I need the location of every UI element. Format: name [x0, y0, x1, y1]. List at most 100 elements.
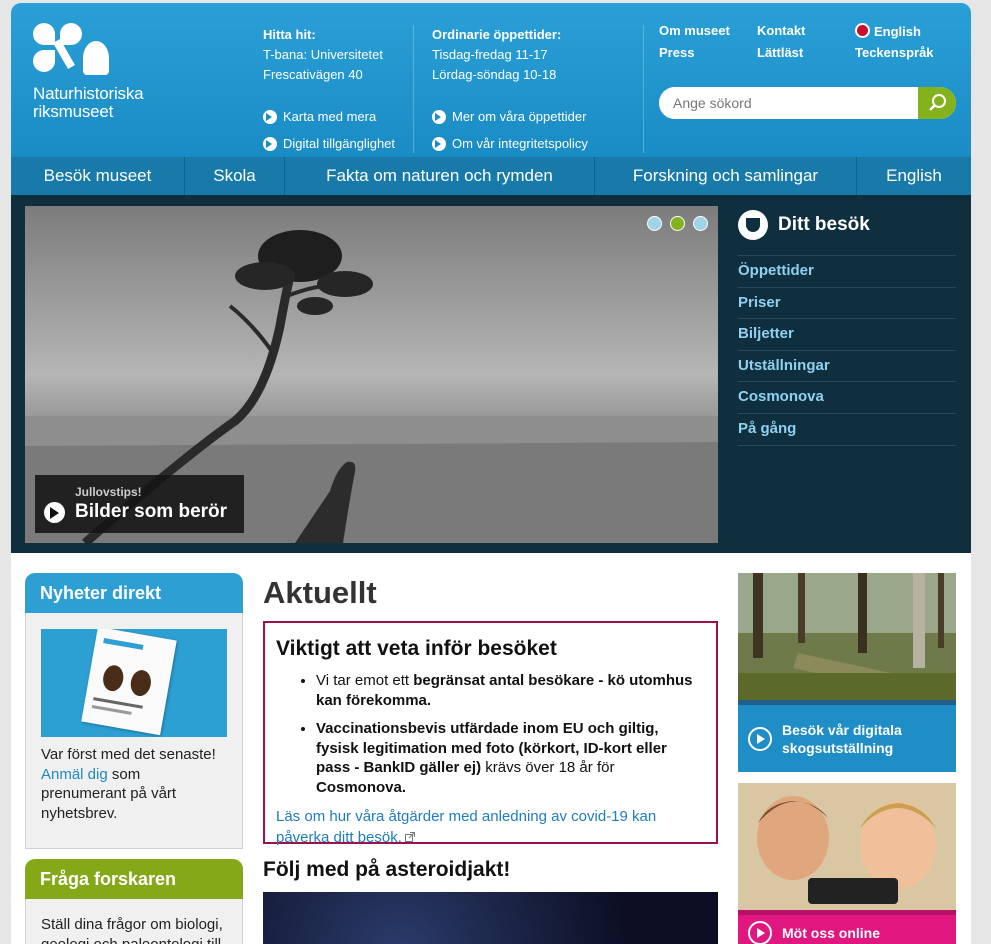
notice-item-2-mid: krävs över 18 år för — [481, 759, 615, 776]
covid-link[interactable]: Läs om hur våra åtgärder med anledning a… — [276, 808, 656, 846]
logo-mark-icon — [33, 23, 113, 79]
search-icon — [929, 94, 946, 111]
hero-kicker: Jullovstips! — [75, 485, 142, 499]
covid-link-label: Läs om hur våra åtgärder med anledning a… — [276, 808, 657, 846]
visit-menu: Ditt besök Öppettider Priser Biljetter U… — [738, 210, 956, 446]
find-us-title: Hitta hit: — [263, 27, 316, 42]
hero-section: Jullovstips! Bilder som berör Ditt besök… — [11, 195, 971, 553]
privacy-link[interactable]: Om vår integritetspolicy — [432, 136, 588, 151]
find-us-line2: Frescativägen 40 — [263, 67, 363, 82]
search-input[interactable] — [659, 87, 917, 119]
nav-facts[interactable]: Fakta om naturen och rymden — [285, 157, 595, 195]
hours-line2: Lördag-söndag 10-18 — [432, 67, 557, 82]
promo-online[interactable]: Möt oss online — [738, 783, 956, 944]
notice-title: Viktigt att veta inför besöket — [276, 637, 557, 660]
newsletter-paper — [81, 629, 177, 736]
forest-image — [738, 573, 956, 700]
news-box: Nyheter direkt Var först med det senaste… — [25, 573, 243, 849]
accessibility-link[interactable]: Digital tillgänglighet — [263, 136, 395, 151]
visit-item: På gång — [738, 414, 956, 446]
contact-link[interactable]: Kontakt — [757, 23, 805, 38]
main-nav: Besök museet Skola Fakta om naturen och … — [11, 157, 971, 195]
page-title: Aktuellt — [263, 575, 377, 610]
header-divider — [413, 25, 414, 153]
asteroid-heading: Följ med på asteroidjakt! — [263, 858, 511, 881]
news-text1: Var först med det senaste! — [41, 746, 216, 763]
search-box — [659, 87, 956, 119]
map-link[interactable]: Karta med mera — [263, 109, 376, 124]
visit-link-tickets[interactable]: Biljetter — [738, 325, 794, 342]
find-us-line1: T-bana: Universitetet — [263, 47, 383, 62]
main-content: Nyheter direkt Var först med det senaste… — [11, 553, 971, 944]
arrow-right-icon — [432, 136, 446, 151]
visit-link-prices[interactable]: Priser — [738, 294, 781, 311]
accessibility-link-label: Digital tillgänglighet — [283, 136, 396, 151]
arrow-right-icon — [263, 136, 277, 151]
visit-item: Utställningar — [738, 351, 956, 383]
hours-block: Ordinarie öppettider: Tisdag-fredag 11-1… — [432, 25, 561, 85]
arrow-right-icon — [263, 109, 277, 124]
find-us-block: Hitta hit: T-bana: Universitetet Frescat… — [263, 25, 383, 85]
asteroid-image[interactable] — [263, 892, 718, 944]
promo-forest-label: Besök vår digitala skogsutställning — [782, 721, 902, 756]
logo-text-line2: riksmuseet — [33, 102, 114, 121]
ask-box-title: Fråga forskaren — [25, 859, 243, 899]
carousel-dots — [647, 216, 708, 231]
visit-link-exhibitions[interactable]: Utställningar — [738, 357, 830, 374]
nav-visit[interactable]: Besök museet — [11, 157, 185, 195]
hours-line1: Tisdag-fredag 11-17 — [432, 47, 548, 62]
nav-research[interactable]: Forskning och samlingar — [595, 157, 857, 195]
carousel-dot[interactable] — [693, 216, 708, 231]
site-header: Naturhistoriska riksmuseet Hitta hit: T-… — [11, 3, 971, 157]
visit-item: Priser — [738, 288, 956, 320]
english-link[interactable]: English — [855, 23, 921, 39]
visit-link-events[interactable]: På gång — [738, 420, 796, 437]
english-link-label: English — [874, 24, 921, 39]
hero-title: Bilder som berör — [75, 501, 228, 522]
visit-item: Cosmonova — [738, 382, 956, 414]
press-link[interactable]: Press — [659, 45, 694, 60]
sign-language-link[interactable]: Teckenspråk — [855, 45, 934, 60]
promo-online-bar: Möt oss online — [738, 910, 956, 944]
external-link-icon — [404, 832, 415, 842]
hours-title: Ordinarie öppettider: — [432, 27, 562, 42]
visit-link-hours[interactable]: Öppettider — [738, 262, 814, 279]
search-button[interactable] — [918, 87, 956, 119]
logo-text-line1: Naturhistoriska — [33, 84, 144, 103]
nav-school[interactable]: Skola — [185, 157, 285, 195]
carousel-dot[interactable] — [670, 216, 685, 231]
nav-english[interactable]: English — [857, 157, 971, 195]
news-box-title: Nyheter direkt — [25, 573, 243, 613]
hours-link[interactable]: Mer om våra öppettider — [432, 109, 586, 124]
arrow-right-icon — [44, 502, 65, 523]
ask-box: Fråga forskaren Ställ dina frågor om bio… — [25, 859, 243, 944]
promo-online-label: Möt oss online — [782, 924, 880, 941]
privacy-link-label: Om vår integritetspolicy — [452, 136, 588, 151]
visit-item: Biljetter — [738, 319, 956, 351]
hero-caption[interactable]: Jullovstips! Bilder som berör — [35, 475, 244, 533]
kids-image — [738, 783, 956, 910]
carousel-dot[interactable] — [647, 216, 662, 231]
hero-carousel[interactable]: Jullovstips! Bilder som berör — [25, 206, 718, 543]
notice-item-2-end: Cosmonova. — [316, 778, 407, 796]
visit-title: Ditt besök — [778, 214, 870, 235]
arrow-right-icon — [432, 109, 446, 124]
arrow-right-icon — [748, 726, 772, 751]
promo-forest[interactable]: Besök vår digitala skogsutställning — [738, 573, 956, 772]
notice-item-1: Vi tar emot ett begränsat antal besökare… — [316, 671, 705, 710]
site-logo[interactable]: Naturhistoriska riksmuseet — [33, 23, 163, 121]
uk-flag-icon — [855, 23, 870, 38]
map-link-label: Karta med mera — [283, 109, 377, 124]
about-link[interactable]: Om museet — [659, 23, 730, 38]
visit-item: Öppettider — [738, 256, 956, 288]
promo-forest-bar: Besök vår digitala skogsutställning — [738, 700, 956, 772]
ask-text: Ställ dina frågor om biologi, geologi oc… — [41, 916, 223, 944]
visit-link-cosmonova[interactable]: Cosmonova — [738, 388, 824, 405]
notice-item-2: Vaccinationsbevis utfärdade inom EU och … — [316, 719, 705, 797]
hours-link-label: Mer om våra öppettider — [452, 109, 587, 124]
subscribe-link[interactable]: Anmäl dig — [41, 766, 108, 783]
newsletter-image — [41, 629, 227, 737]
arrow-right-icon — [748, 920, 772, 944]
easy-read-link[interactable]: Lättläst — [757, 45, 803, 60]
notice-box: Viktigt att veta inför besöket Vi tar em… — [263, 621, 718, 846]
